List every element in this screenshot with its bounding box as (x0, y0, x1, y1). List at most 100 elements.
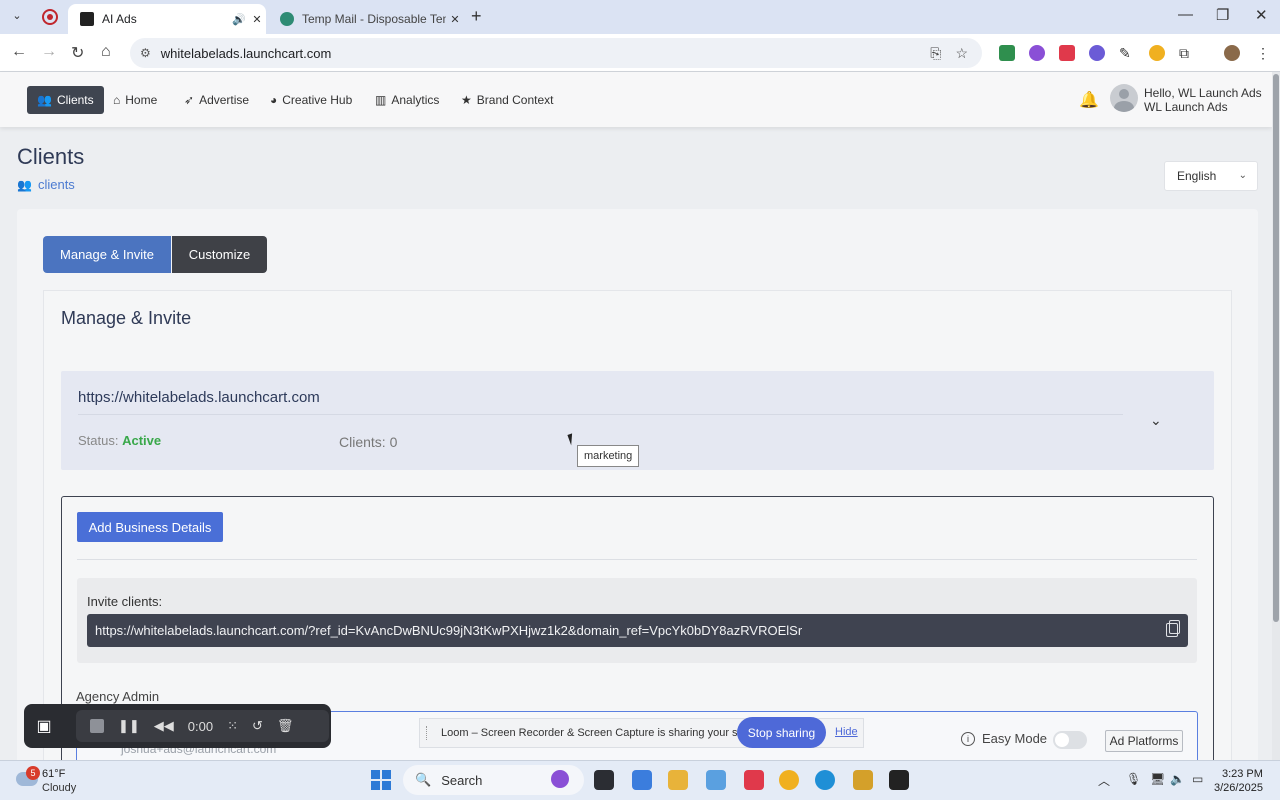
easy-mode: i Easy Mode (961, 731, 1047, 746)
hide-banner-link[interactable]: Hide (835, 726, 858, 738)
ad-platforms-button[interactable]: Ad Platforms (1105, 730, 1183, 752)
notification-badge: 5 (26, 766, 40, 780)
bell-icon[interactable]: 🔔 (1079, 90, 1099, 110)
close-window-icon[interactable]: ✕ (1255, 6, 1268, 24)
avatar[interactable] (1110, 84, 1138, 112)
sticky-notes-icon[interactable] (853, 770, 873, 790)
snipping-tool-icon[interactable] (706, 770, 726, 790)
easy-mode-toggle[interactable] (1053, 731, 1087, 749)
close-tab-icon[interactable]: ✕ (446, 13, 464, 26)
greeting-line: Hello, WL Launch Ads (1144, 86, 1262, 100)
nav-analytics[interactable]: ▥ Analytics (375, 86, 439, 114)
taskbar-clock[interactable]: 3:23 PM 3/26/2025 (1214, 767, 1263, 795)
nav-label: Clients (56, 93, 94, 107)
browser-menu-icon[interactable]: ⋮ (1256, 45, 1272, 61)
extension-badge-icon[interactable] (1089, 45, 1105, 61)
tab-temp-mail[interactable]: Temp Mail - Disposable Tempo ✕ (268, 4, 464, 34)
reload-icon[interactable]: ↻ (71, 43, 84, 63)
weather-condition: Cloudy (42, 782, 77, 794)
microphone-icon[interactable]: 🎙 (1126, 772, 1141, 786)
page-title: Clients (17, 144, 85, 169)
back-icon[interactable]: ← (11, 43, 27, 61)
forward-icon[interactable]: → (41, 43, 57, 61)
nav-clients[interactable]: 👥 Clients (27, 86, 104, 114)
stop-recording-icon[interactable] (90, 719, 104, 733)
install-app-icon[interactable]: ⎘ (930, 45, 941, 62)
nav-advertise[interactable]: ➶ Advertise (184, 86, 249, 114)
tab-title: AI Ads (102, 12, 137, 26)
calculator-icon[interactable] (632, 770, 652, 790)
breadcrumb[interactable]: 👥 clients (17, 177, 75, 192)
drag-handle-icon[interactable] (426, 726, 429, 740)
app-q-icon[interactable] (889, 770, 909, 790)
divider (78, 414, 1123, 415)
extension-sheets-icon[interactable] (999, 45, 1015, 61)
windows-start-icon[interactable] (371, 770, 391, 790)
minimize-icon[interactable]: — (1178, 6, 1193, 23)
nav-label: Creative Hub (282, 93, 353, 107)
rocket-icon: ➶ (184, 93, 195, 107)
network-icon[interactable]: 🖥 (1150, 772, 1165, 786)
nav-label: Analytics (391, 93, 440, 107)
copy-icon[interactable] (1166, 620, 1180, 637)
profile-avatar-icon[interactable] (1224, 45, 1240, 61)
omnibox[interactable]: ⚙ whitelabelads.launchcart.com ⎘ ☆ (130, 38, 982, 68)
clock-time: 3:23 PM (1221, 768, 1263, 780)
clock-date: 3/26/2025 (1214, 782, 1263, 794)
language-value: English (1177, 169, 1217, 183)
nav-creative-hub[interactable]: ◕ Creative Hub (270, 86, 352, 114)
search-label: Search (441, 772, 483, 788)
section-title: Manage & Invite (61, 308, 192, 328)
home-icon: ⌂ (113, 93, 121, 107)
rewind-icon[interactable]: ◀◀ (154, 718, 174, 734)
home-icon[interactable]: ⌂ (101, 43, 111, 61)
extension-pocket-icon[interactable] (1059, 45, 1075, 61)
chrome-icon[interactable] (779, 770, 799, 790)
extension-pen-icon[interactable]: ✎ (1119, 45, 1135, 61)
page-scrollbar[interactable] (1272, 72, 1280, 760)
task-view-icon[interactable] (594, 770, 614, 790)
chevron-down-icon[interactable]: ⌄ (1150, 412, 1162, 429)
scrollbar-thumb[interactable] (1273, 74, 1279, 622)
bookmark-star-icon[interactable]: ☆ (955, 45, 968, 62)
nav-brand-context[interactable]: ★ Brand Context (461, 86, 553, 114)
tab-customize[interactable]: Customize (172, 236, 267, 273)
new-tab-icon[interactable]: + (471, 6, 482, 27)
user-greeting[interactable]: Hello, WL Launch Ads WL Launch Ads (1144, 86, 1262, 114)
file-explorer-icon[interactable] (668, 770, 688, 790)
restart-icon[interactable]: ↺ (252, 718, 263, 734)
search-icon: 🔍 (415, 772, 432, 787)
tab-search-icon[interactable]: ⌄ (8, 9, 26, 25)
temp-mail-favicon-icon (280, 12, 294, 26)
ribbon-app-icon[interactable] (551, 770, 569, 788)
grid-icon[interactable]: ⁙ (227, 718, 238, 734)
pause-icon[interactable]: ❚❚ (118, 718, 140, 734)
tab-manage-invite[interactable]: Manage & Invite (43, 236, 171, 273)
battery-icon[interactable]: ▭ (1192, 772, 1203, 786)
speaker-icon[interactable]: 🔊 (230, 13, 248, 26)
users-icon: 👥 (17, 177, 32, 192)
edge-icon[interactable] (815, 770, 835, 790)
info-icon[interactable]: i (961, 731, 975, 746)
extensions-puzzle-icon[interactable]: ⧉ (1179, 45, 1195, 61)
nav-home[interactable]: ⌂ Home (113, 86, 157, 114)
stop-sharing-button[interactable]: Stop sharing (737, 717, 826, 748)
extension-color-icon[interactable] (1029, 45, 1045, 61)
site-info-icon[interactable]: ⚙ (140, 46, 151, 60)
language-select[interactable]: English ⌄ (1164, 161, 1258, 191)
add-business-details-button[interactable]: Add Business Details (77, 512, 223, 542)
trash-icon[interactable]: 🗑 (277, 718, 294, 734)
divider (77, 559, 1197, 560)
chevron-up-icon[interactable]: ︿ (1098, 772, 1110, 789)
volume-icon[interactable]: 🔈 (1170, 772, 1185, 786)
close-tab-icon[interactable]: ✕ (248, 13, 266, 26)
maximize-icon[interactable]: ❐ (1216, 6, 1229, 24)
camera-icon[interactable]: ▣ (24, 704, 64, 748)
invite-link-field[interactable]: https://whitelabelads.launchcart.com/?re… (87, 614, 1188, 647)
star-icon: ★ (461, 93, 472, 107)
tab-ai-ads[interactable]: AI Ads 🔊 ✕ (68, 4, 266, 34)
url-text[interactable]: whitelabelads.launchcart.com (161, 46, 930, 61)
ai-ads-favicon-icon (80, 12, 94, 26)
extension-ring-icon[interactable] (1149, 45, 1165, 61)
slack-icon[interactable] (744, 770, 764, 790)
